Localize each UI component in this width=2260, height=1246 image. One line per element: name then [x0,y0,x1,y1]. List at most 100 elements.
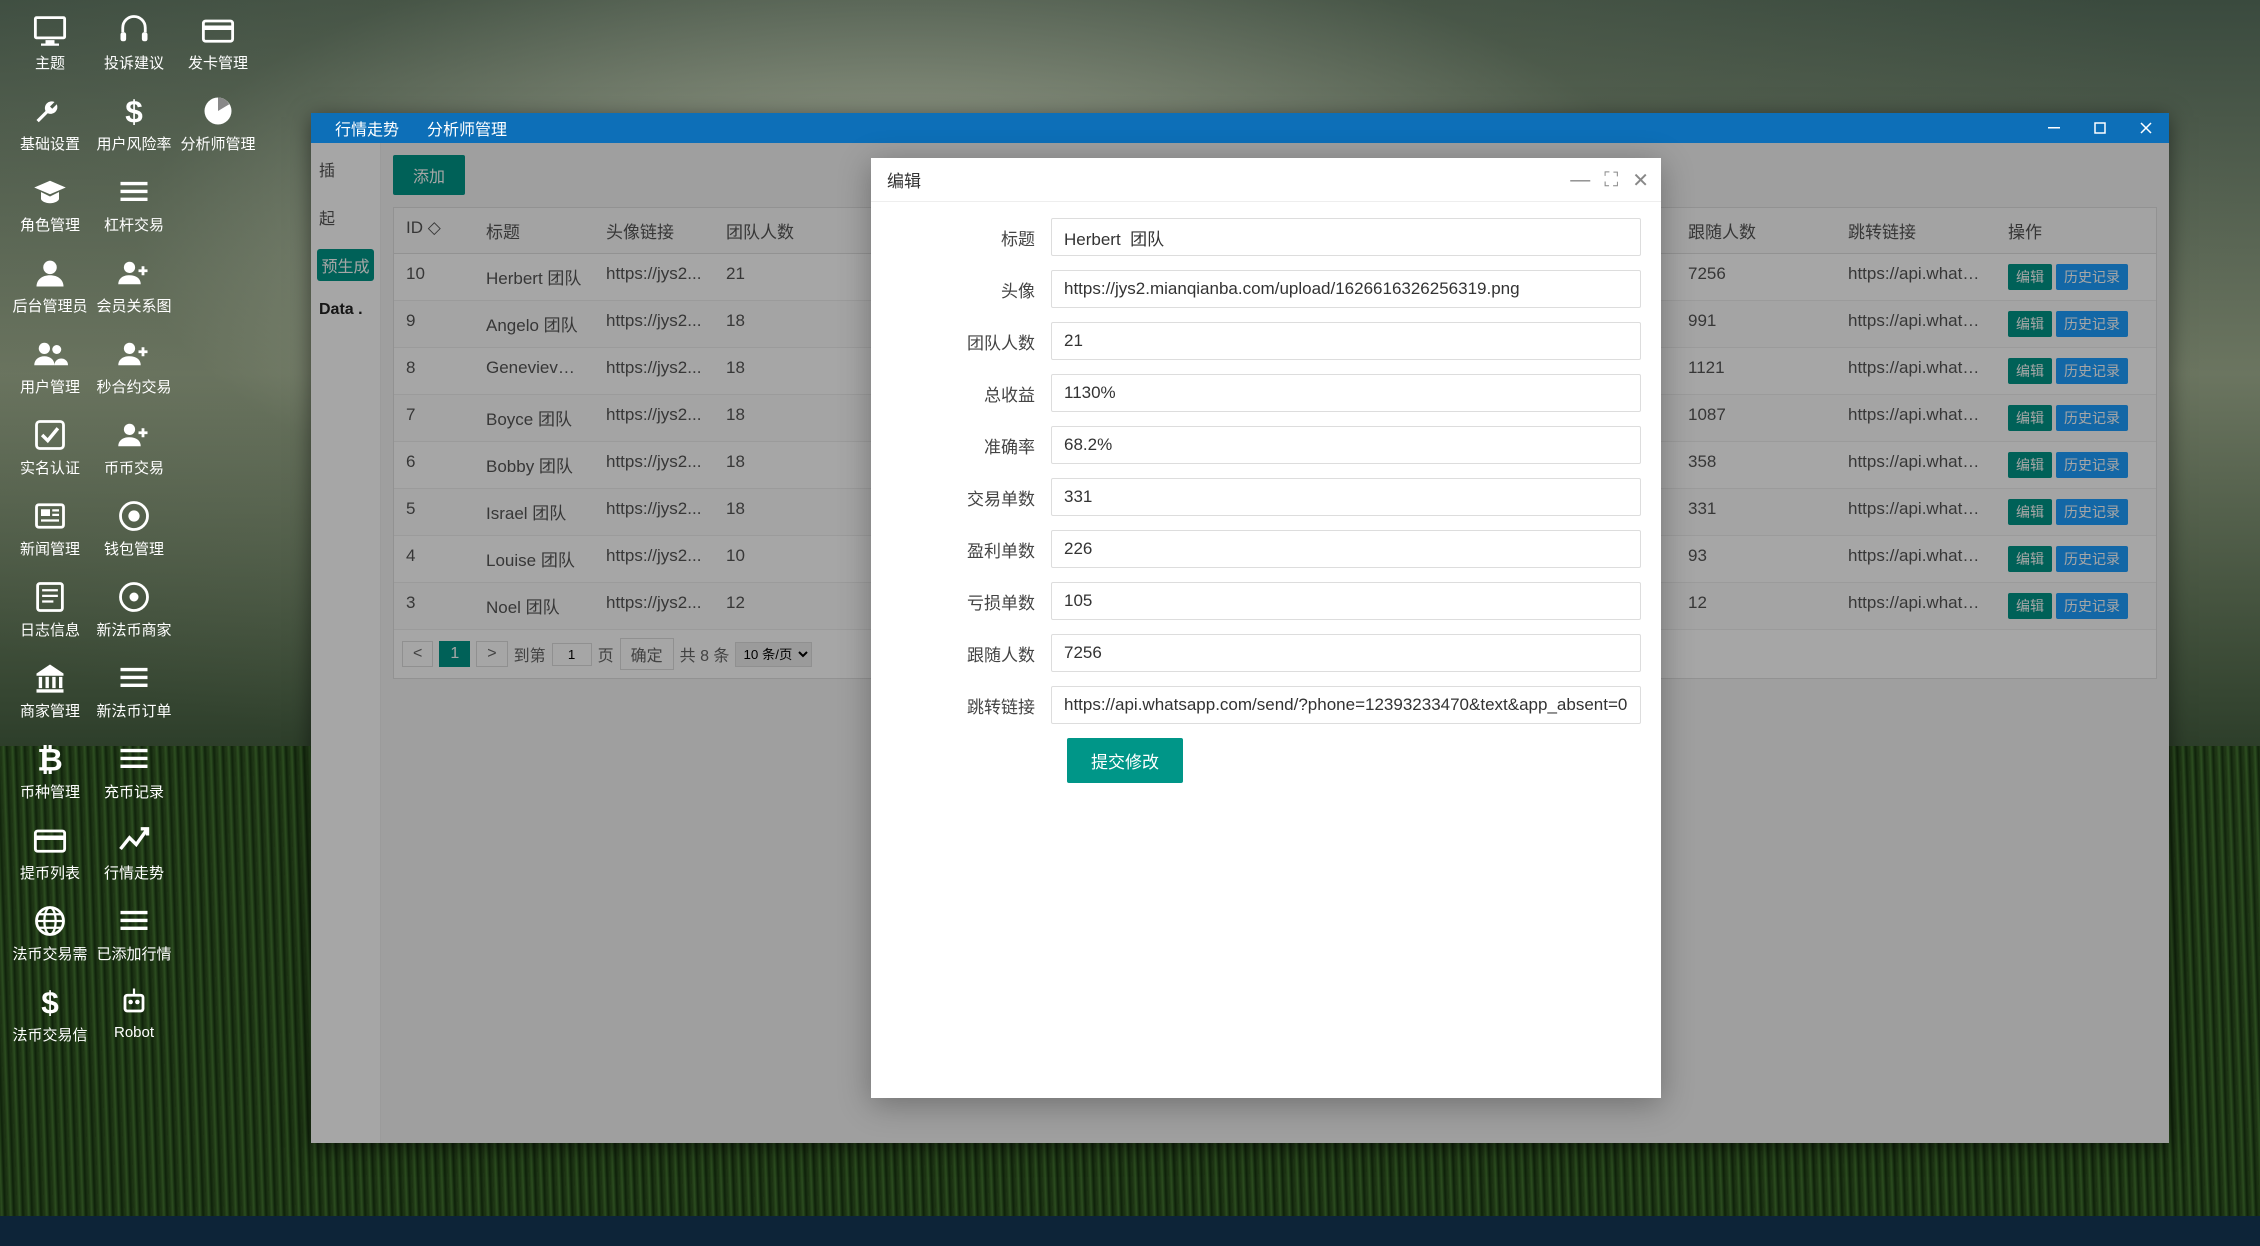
icon-label: 实名认证 [20,457,80,478]
user-ex-icon [116,417,152,453]
label-wins: 盈利单数 [891,537,1051,562]
modal-close-icon[interactable]: ✕ [1628,164,1653,197]
desktop-icon-行情走势[interactable]: 行情走势 [92,818,176,887]
icon-label: 用户风险率 [96,133,171,154]
desktop-icon-会员关系图[interactable]: 会员关系图 [92,251,176,320]
desktop-icon-秒合约交易[interactable]: 秒合约交易 [92,332,176,401]
input-followers[interactable] [1051,634,1641,672]
icon-label: 分析师管理 [180,133,255,154]
modal-minimize-icon[interactable]: — [1566,165,1594,196]
modal-header: 编辑 — ⛶ ✕ [871,158,1661,202]
list2-icon [116,660,152,696]
icon-label: 已添加行情 [96,943,171,964]
input-avatar[interactable] [1051,270,1641,308]
input-losses[interactable] [1051,582,1641,620]
icon-label: 秒合约交易 [96,376,171,397]
svg-text:$: $ [125,93,143,129]
desktop-icon-法币交易需[interactable]: 法币交易需 [8,899,92,968]
minimize-button[interactable] [2031,113,2077,143]
icon-label: 提币列表 [20,862,80,883]
taskbar[interactable] [0,1216,2260,1246]
log-icon [32,579,68,615]
desktop-icon-币种管理[interactable]: ₿ 币种管理 [8,737,92,806]
input-accuracy[interactable] [1051,426,1641,464]
tab-market[interactable]: 行情走势 [321,113,413,143]
desktop-icon-日志信息[interactable]: 日志信息 [8,575,92,644]
maximize-button[interactable] [2077,113,2123,143]
desktop-icon-发卡管理[interactable]: 发卡管理 [176,8,260,77]
input-team[interactable] [1051,322,1641,360]
card2-icon [32,822,68,858]
desktop-icon-币币交易[interactable]: 币币交易 [92,413,176,482]
desktop-icon-杠杆交易[interactable]: 杠杆交易 [92,170,176,239]
bank-icon [32,660,68,696]
desktop-icon-用户管理[interactable]: 用户管理 [8,332,92,401]
desktop-icon-已添加行情[interactable]: 已添加行情 [92,899,176,968]
icon-label: 日志信息 [20,619,80,640]
label-team: 团队人数 [891,329,1051,354]
label-link: 跳转链接 [891,693,1051,718]
users-add-icon [116,255,152,291]
desktop-icon-充币记录[interactable]: 充币记录 [92,737,176,806]
label-trades: 交易单数 [891,485,1051,510]
robot-icon [116,984,152,1020]
monitor-icon [32,12,68,48]
desktop-icon-主题[interactable]: 主题 [8,8,92,77]
label-avatar: 头像 [891,277,1051,302]
input-link[interactable] [1051,686,1641,724]
desktop-icon-角色管理[interactable]: 角色管理 [8,170,92,239]
desktop-icon-Robot[interactable]: Robot [92,980,176,1049]
icon-label: 主题 [35,52,65,73]
headset-icon [116,12,152,48]
desktop-icon-用户风险率[interactable]: $ 用户风险率 [92,89,176,158]
icon-label: 币币交易 [104,457,164,478]
desktop-icon-投诉建议[interactable]: 投诉建议 [92,8,176,77]
input-trades[interactable] [1051,478,1641,516]
close-button[interactable] [2123,113,2169,143]
desktop-icon-新法币订单[interactable]: 新法币订单 [92,656,176,725]
icon-label: 币种管理 [20,781,80,802]
icon-label: 后台管理员 [12,295,87,316]
desktop-icon-钱包管理[interactable]: 钱包管理 [92,494,176,563]
grad-icon [32,174,68,210]
desktop-icon-后台管理员[interactable]: 后台管理员 [8,251,92,320]
desktop-icon-新闻管理[interactable]: 新闻管理 [8,494,92,563]
icon-label: 会员关系图 [96,295,171,316]
list3-icon [116,741,152,777]
tab-analyst[interactable]: 分析师管理 [413,113,521,143]
icon-label: 用户管理 [20,376,80,397]
desktop-icon-基础设置[interactable]: 基础设置 [8,89,92,158]
icon-label: 法币交易信 [12,1024,87,1045]
list-icon [116,174,152,210]
label-losses: 亏损单数 [891,589,1051,614]
svg-text:₿: ₿ [37,741,63,777]
globe-icon [32,903,68,939]
icon-label: 新闻管理 [20,538,80,559]
check-icon [32,417,68,453]
desktop-icon-提币列表[interactable]: 提币列表 [8,818,92,887]
input-title[interactable] [1051,218,1641,256]
input-wins[interactable] [1051,530,1641,568]
desktop-icon-新法币商家[interactable]: 新法币商家 [92,575,176,644]
app-window: 行情走势 分析师管理 插 起 预生成 Data . 添加 ID ◇ 标题 头像链… [311,113,2169,1143]
list4-icon [116,903,152,939]
desktop-icon-实名认证[interactable]: 实名认证 [8,413,92,482]
modal-title: 编辑 [887,167,921,192]
submit-button[interactable]: 提交修改 [1067,738,1183,783]
edit-modal: 编辑 — ⛶ ✕ 标题 头像 团队人数 总收益 准确率 交易单数 盈利单数 亏损… [871,158,1661,1098]
icon-label: 基础设置 [20,133,80,154]
input-profit[interactable] [1051,374,1641,412]
icon-label: 角色管理 [20,214,80,235]
modal-maximize-icon[interactable]: ⛶ [1600,165,1622,196]
target-icon [116,498,152,534]
icon-label: 法币交易需 [12,943,87,964]
dollar2-icon: $ [32,984,68,1020]
icon-label: 商家管理 [20,700,80,721]
desktop-icon-法币交易信[interactable]: $ 法币交易信 [8,980,92,1049]
news-icon [32,498,68,534]
icon-label: 行情走势 [104,862,164,883]
desktop-icon-分析师管理[interactable]: 分析师管理 [176,89,260,158]
desktop-icon-商家管理[interactable]: 商家管理 [8,656,92,725]
pie-icon [200,93,236,129]
label-profit: 总收益 [891,381,1051,406]
